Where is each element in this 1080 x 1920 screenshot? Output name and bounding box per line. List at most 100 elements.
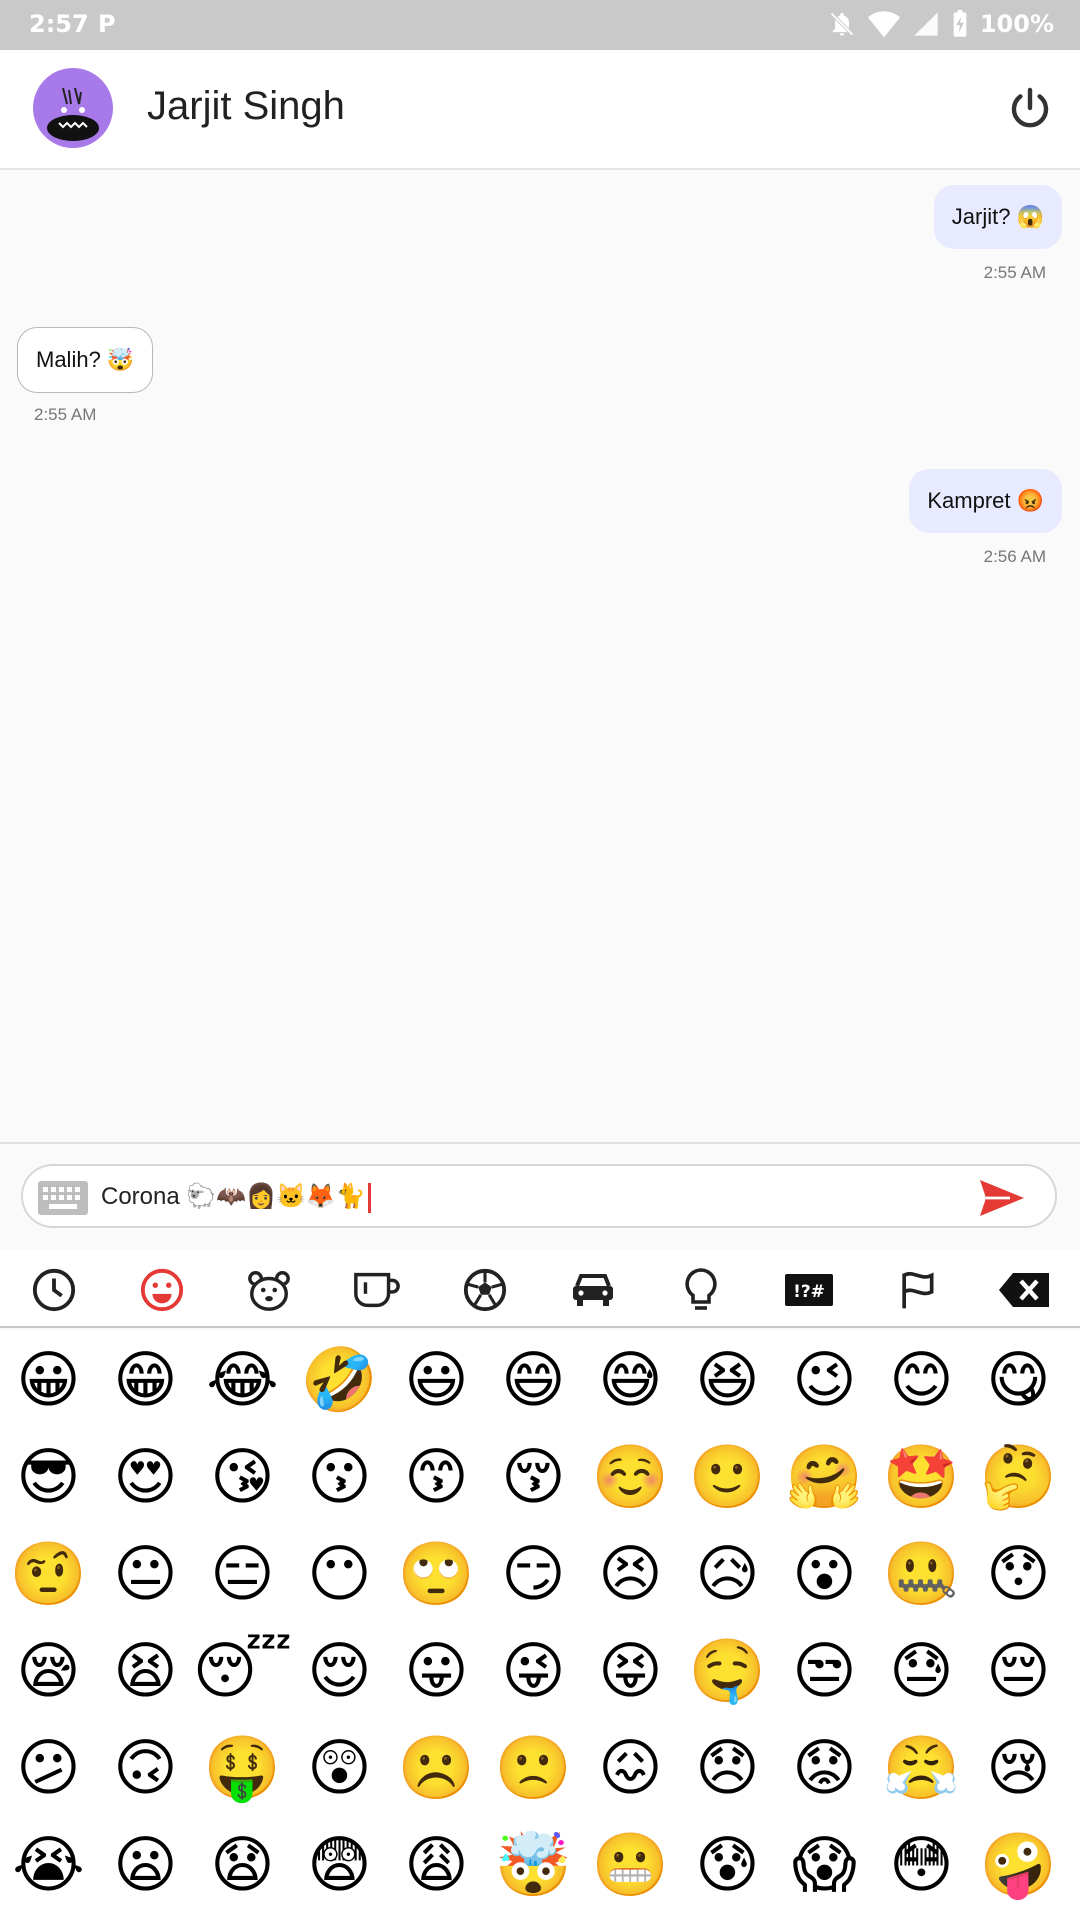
emoji-key[interactable]: 😝 [582, 1622, 679, 1719]
emoji-key[interactable]: 😮 [776, 1525, 873, 1622]
emoji-glyph: 😤 [882, 1730, 961, 1804]
emoji-key[interactable]: 🙁 [485, 1719, 582, 1816]
emoji-glyph: 😞 [695, 1730, 760, 1804]
emoji-key[interactable]: 😋 [970, 1331, 1067, 1428]
message-bubble-outgoing[interactable]: Jarjit? 😱 [933, 185, 1062, 249]
message-bubble-outgoing[interactable]: Kampret 😡 [909, 469, 1062, 533]
emoji-key[interactable]: 🤣 [291, 1331, 388, 1428]
message-input[interactable]: Corona 🐑🦇👩🐱🦊🐈 [21, 1164, 1057, 1228]
recent-icon[interactable] [28, 1264, 80, 1316]
food-icon[interactable] [351, 1264, 403, 1316]
emoji-key[interactable]: 😱 [776, 1816, 873, 1913]
emoji-key[interactable]: 😎 [0, 1428, 97, 1525]
emoji-key[interactable]: 🤔 [970, 1428, 1067, 1525]
emoji-glyph: 😛 [404, 1633, 469, 1707]
emoji-glyph: 😩 [404, 1827, 469, 1901]
emoji-key[interactable]: 😟 [776, 1719, 873, 1816]
emoji-key[interactable]: 😉 [776, 1331, 873, 1428]
emoji-key[interactable]: 😭 [0, 1816, 97, 1913]
objects-icon[interactable] [675, 1264, 727, 1316]
emoji-key[interactable]: 😬 [582, 1816, 679, 1913]
emoji-row: 🤨 😐 😑 😶 🙄 😏 😣 😥 😮 🤐 😯 [0, 1525, 1080, 1622]
emoji-key[interactable]: 😳 [873, 1816, 970, 1913]
emoji-key[interactable]: 😤 [873, 1719, 970, 1816]
emoji-key[interactable]: ☹️ [388, 1719, 485, 1816]
message-bubble-incoming[interactable]: Malih? 🤯 [17, 327, 154, 393]
travel-icon[interactable] [567, 1264, 619, 1316]
emoji-key[interactable]: 😂 [194, 1331, 291, 1428]
emoji-key[interactable]: 😴 [193, 1622, 292, 1719]
emoji-key[interactable]: 😥 [679, 1525, 776, 1622]
emoji-key[interactable]: 😒 [776, 1622, 873, 1719]
emoji-grid[interactable]: 😀 😁 😂 🤣 😃 😄 😅 😆 😉 😊 😋 😎 😍 😘 😗 😙 😚 ☺️ 🙂 🤗 🤩 🤔 🤨 😐 😑 😶 🙄 😏 😣 😥 😮 🤐 😯 😪 😫 😴 😌 😛 😜… [0, 1331, 1080, 1920]
emoji-key[interactable]: 🙄 [388, 1525, 485, 1622]
avatar[interactable] [33, 68, 113, 148]
emoji-glyph: 😭 [12, 1827, 85, 1901]
emoji-key[interactable]: 😀 [0, 1331, 97, 1428]
emoji-key[interactable]: 😐 [97, 1525, 194, 1622]
emoji-key[interactable]: 😙 [388, 1428, 485, 1525]
emoji-key[interactable]: 😘 [194, 1428, 291, 1525]
emoji-key[interactable]: 😦 [97, 1816, 194, 1913]
emoji-key[interactable]: 😄 [485, 1331, 582, 1428]
emoji-key[interactable]: 🤪 [970, 1816, 1067, 1913]
symbols-icon[interactable]: !?# [783, 1264, 835, 1316]
backspace-icon[interactable] [999, 1264, 1051, 1316]
emoji-key[interactable]: ☺️ [582, 1428, 679, 1525]
keyboard-icon[interactable] [37, 1180, 89, 1216]
emoji-key[interactable]: 😆 [679, 1331, 776, 1428]
emoji-glyph: 😝 [598, 1633, 663, 1707]
emoji-row: 😀 😁 😂 🤣 😃 😄 😅 😆 😉 😊 😋 [0, 1331, 1080, 1428]
emoji-key[interactable]: 😞 [679, 1719, 776, 1816]
emoji-key[interactable]: 😣 [582, 1525, 679, 1622]
smileys-icon[interactable] [136, 1264, 188, 1316]
chat-area[interactable]: Jarjit? 😱 2:55 AM Malih? 🤯 2:55 AM Kampr… [0, 170, 1080, 1142]
emoji-key[interactable]: 😲 [291, 1719, 388, 1816]
emoji-key[interactable]: 🤑 [194, 1719, 291, 1816]
animals-icon[interactable] [243, 1264, 295, 1316]
emoji-key[interactable]: 😨 [291, 1816, 388, 1913]
power-icon[interactable] [1006, 84, 1054, 132]
emoji-key[interactable]: 😁 [97, 1331, 194, 1428]
emoji-key[interactable]: 🙂 [679, 1428, 776, 1525]
emoji-key[interactable]: 😅 [582, 1331, 679, 1428]
emoji-key[interactable]: 😶 [291, 1525, 388, 1622]
emoji-key[interactable]: 😚 [485, 1428, 582, 1525]
emoji-key[interactable]: 😧 [194, 1816, 291, 1913]
emoji-key[interactable]: 😖 [582, 1719, 679, 1816]
activity-icon[interactable] [459, 1264, 511, 1316]
emoji-key[interactable]: 🤐 [873, 1525, 970, 1622]
emoji-key[interactable]: 😍 [97, 1428, 194, 1525]
emoji-key[interactable]: 🤯 [485, 1816, 582, 1913]
emoji-key[interactable]: 😪 [0, 1622, 97, 1719]
emoji-glyph: 😃 [404, 1342, 469, 1416]
emoji-key[interactable]: 😩 [388, 1816, 485, 1913]
emoji-key[interactable]: 😓 [873, 1622, 970, 1719]
emoji-key[interactable]: 😕 [0, 1719, 97, 1816]
emoji-key[interactable]: 🤩 [873, 1428, 970, 1525]
emoji-key[interactable]: 🤨 [0, 1525, 97, 1622]
emoji-key[interactable]: 😫 [97, 1622, 194, 1719]
emoji-key[interactable]: 🤗 [776, 1428, 873, 1525]
emoji-key[interactable]: 😗 [291, 1428, 388, 1525]
emoji-key[interactable]: 😔 [970, 1622, 1067, 1719]
emoji-key[interactable]: 😛 [388, 1622, 485, 1719]
emoji-key[interactable]: 😊 [873, 1331, 970, 1428]
emoji-key[interactable]: 🙃 [97, 1719, 194, 1816]
emoji-key[interactable]: 😃 [388, 1331, 485, 1428]
emoji-glyph: 😅 [598, 1342, 663, 1416]
flags-icon[interactable] [891, 1264, 943, 1316]
emoji-key[interactable]: 😯 [970, 1525, 1067, 1622]
emoji-glyph: 😐 [113, 1536, 178, 1610]
emoji-key[interactable]: 🤤 [679, 1622, 776, 1719]
emoji-key[interactable]: 😢 [970, 1719, 1067, 1816]
emoji-glyph: 😁 [113, 1342, 178, 1416]
emoji-key[interactable]: 😏 [485, 1525, 582, 1622]
emoji-key[interactable]: 😰 [679, 1816, 776, 1913]
emoji-key[interactable]: 😌 [291, 1622, 388, 1719]
emoji-key[interactable]: 😑 [194, 1525, 291, 1622]
emoji-glyph: 😍 [113, 1439, 178, 1513]
input-text: Corona 🐑🦇👩🐱🦊🐈 [101, 1183, 366, 1210]
emoji-key[interactable]: 😜 [485, 1622, 582, 1719]
send-icon[interactable] [977, 1178, 1027, 1218]
